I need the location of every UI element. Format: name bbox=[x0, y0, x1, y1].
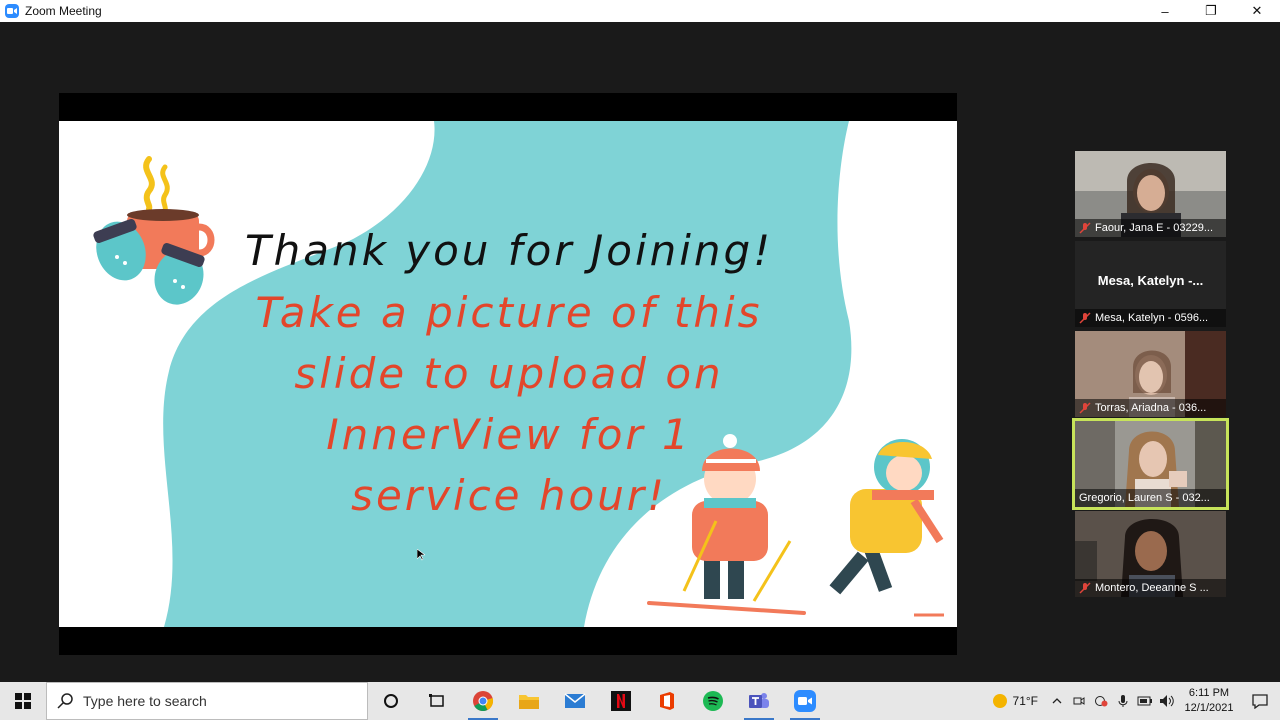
winter-kids-illustration bbox=[647, 434, 944, 617]
taskbar-app-spotify[interactable] bbox=[690, 682, 736, 720]
network-blocked-icon[interactable] bbox=[1090, 682, 1112, 720]
shared-slide: Thank you for Joining! Take a picture of… bbox=[59, 121, 957, 627]
search-icon bbox=[57, 693, 73, 709]
task-view-button[interactable] bbox=[414, 682, 460, 720]
mouse-cursor-icon bbox=[417, 549, 425, 561]
participant-name: Montero, Deeanne S ... bbox=[1095, 582, 1209, 594]
chrome-icon bbox=[473, 691, 494, 711]
participant-name: Torras, Ariadna - 036... bbox=[1095, 402, 1207, 414]
notification-icon bbox=[1252, 693, 1268, 709]
netflix-icon bbox=[611, 691, 631, 711]
participant-tile[interactable]: Torras, Ariadna - 036... bbox=[1075, 331, 1226, 417]
microphone-icon[interactable] bbox=[1112, 682, 1134, 720]
participant-name: Faour, Jana E - 03229... bbox=[1095, 222, 1214, 234]
meeting-stage: Thank you for Joining! Take a picture of… bbox=[0, 22, 1280, 682]
taskbar-app-office[interactable] bbox=[644, 682, 690, 720]
screen-share-area[interactable]: Thank you for Joining! Take a picture of… bbox=[59, 93, 957, 655]
participant-name: Mesa, Katelyn - 0596... bbox=[1095, 312, 1209, 324]
windows-logo-icon bbox=[15, 693, 31, 709]
muted-mic-icon bbox=[1079, 582, 1091, 594]
clock-date: 12/1/2021 bbox=[1184, 702, 1234, 714]
taskbar-app-zoom[interactable] bbox=[782, 682, 828, 720]
task-view-icon bbox=[429, 694, 444, 707]
weather-temperature: 71°F bbox=[1012, 694, 1038, 708]
close-button[interactable]: ✕ bbox=[1234, 0, 1280, 22]
show-hidden-icons-chevron-up-icon[interactable] bbox=[1046, 682, 1068, 720]
restore-button[interactable]: ❐ bbox=[1188, 0, 1234, 22]
cocoa-mittens-illustration bbox=[93, 156, 215, 305]
mail-icon bbox=[564, 693, 586, 708]
participant-tile[interactable]: Mesa, Katelyn -... Mesa, Katelyn - 0596.… bbox=[1075, 241, 1226, 327]
participant-tile[interactable]: Faour, Jana E - 03229... bbox=[1075, 151, 1226, 237]
taskbar-search-box[interactable]: Type here to search bbox=[46, 682, 368, 720]
participant-display-name: Mesa, Katelyn -... bbox=[1097, 273, 1204, 288]
volume-icon[interactable] bbox=[1156, 682, 1178, 720]
action-center-button[interactable] bbox=[1240, 682, 1280, 720]
weather-widget[interactable]: 71°F bbox=[992, 694, 1038, 708]
sun-icon bbox=[992, 694, 1007, 708]
teams-icon bbox=[749, 693, 769, 708]
slide-instruction-line-1: Take a picture of this bbox=[255, 288, 763, 337]
participant-tile-active-speaker[interactable]: Gregorio, Lauren S - 032... bbox=[1072, 418, 1229, 510]
spotify-icon bbox=[703, 691, 723, 711]
zoom-app-icon bbox=[5, 4, 19, 18]
file-explorer-icon bbox=[519, 695, 539, 709]
window-title: Zoom Meeting bbox=[25, 4, 102, 18]
search-placeholder: Type here to search bbox=[83, 693, 207, 709]
muted-mic-icon bbox=[1079, 312, 1091, 324]
window-titlebar: Zoom Meeting – ❐ ✕ bbox=[0, 0, 1280, 22]
slide-instruction-line-2: slide to upload on bbox=[294, 349, 724, 398]
taskbar-app-file-explorer[interactable] bbox=[506, 682, 552, 720]
clock-time: 6:11 PM bbox=[1188, 687, 1230, 699]
muted-mic-icon bbox=[1079, 402, 1091, 414]
slide-heading: Thank you for Joining! bbox=[244, 226, 774, 275]
meet-now-icon[interactable] bbox=[1068, 682, 1090, 720]
taskbar-app-netflix[interactable] bbox=[598, 682, 644, 720]
cortana-icon bbox=[384, 694, 398, 708]
taskbar-app-mail[interactable] bbox=[552, 682, 598, 720]
start-button[interactable] bbox=[0, 682, 46, 720]
cortana-button[interactable] bbox=[368, 682, 414, 720]
system-tray: 71°F 6:11 PM 12/1/2021 bbox=[992, 682, 1280, 720]
zoom-icon bbox=[794, 690, 816, 712]
minimize-button[interactable]: – bbox=[1142, 0, 1188, 22]
battery-icon[interactable] bbox=[1134, 682, 1156, 720]
office-icon bbox=[660, 692, 674, 710]
taskbar-app-chrome[interactable] bbox=[460, 682, 506, 720]
participant-name: Gregorio, Lauren S - 032... bbox=[1079, 492, 1210, 504]
taskbar-app-teams[interactable] bbox=[736, 682, 782, 720]
muted-mic-icon bbox=[1079, 222, 1091, 234]
taskbar-clock[interactable]: 6:11 PM 12/1/2021 bbox=[1178, 686, 1240, 716]
windows-taskbar: Type here to search 71°F 6:11 PM 12/1/20… bbox=[0, 682, 1280, 720]
participant-tile[interactable]: Montero, Deeanne S ... bbox=[1075, 511, 1226, 597]
